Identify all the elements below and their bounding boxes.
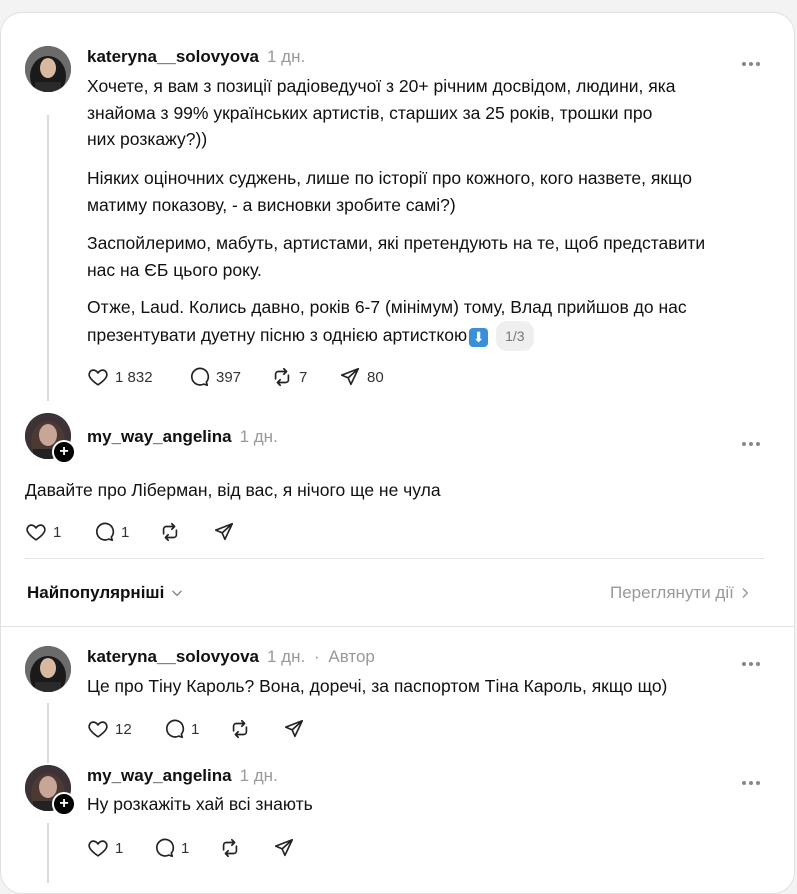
post-more-icon[interactable] xyxy=(742,53,764,66)
reply1-time[interactable]: 1 дн. xyxy=(240,427,278,446)
reply3-username[interactable]: my_way_angelina xyxy=(87,766,232,785)
post-author[interactable]: kateryna__solovyova 1 дн. xyxy=(87,47,305,67)
sort-label: Найпопулярніші xyxy=(27,583,165,602)
thread-card: kateryna__solovyova 1 дн. Хочете, я вам з… xyxy=(0,12,795,894)
comment-button[interactable]: 397 xyxy=(188,365,241,389)
heart-icon xyxy=(26,524,46,541)
heart-icon xyxy=(88,721,108,738)
share-icon xyxy=(340,367,360,386)
reply3-repost-button[interactable] xyxy=(219,836,247,860)
post-line: них розкажу?)) xyxy=(87,129,208,149)
post-line: Отже, Laud. Колись давно, років 6-7 (мін… xyxy=(87,297,687,317)
like-button[interactable]: 1 832 xyxy=(87,365,153,389)
reply2-like-button[interactable]: 12 xyxy=(87,717,132,741)
post-username[interactable]: kateryna__solovyova xyxy=(87,47,259,66)
repost-icon xyxy=(274,367,290,387)
comment-icon xyxy=(156,838,175,858)
repost-icon xyxy=(222,838,238,858)
thread-line xyxy=(47,115,49,401)
reply1-username[interactable]: my_way_angelina xyxy=(87,427,232,446)
share-icon xyxy=(214,522,234,541)
view-activity-label: Переглянути дії xyxy=(610,583,734,602)
comment-count: 1 xyxy=(121,523,130,541)
repost-icon xyxy=(232,719,248,739)
heart-icon xyxy=(88,840,108,857)
reply2-share-button[interactable] xyxy=(283,717,311,741)
chevron-down-icon xyxy=(172,590,183,597)
reply3-text: Ну розкажіть хай всі знають xyxy=(87,794,313,814)
sort-dropdown[interactable]: Найпопулярніші xyxy=(27,583,184,603)
post-line: Хочете, я вам з позиції радіоведучої з 2… xyxy=(87,76,676,96)
like-count: 1 xyxy=(115,839,124,857)
repost-count: 7 xyxy=(299,368,308,386)
reply1-repost-button[interactable] xyxy=(159,520,187,544)
post-paragraph-2: Ніяких оціночних суджень, лише по історі… xyxy=(87,165,692,218)
repost-button[interactable]: 7 xyxy=(271,365,307,389)
heart-icon xyxy=(88,369,108,386)
post-line: матиму показову, - а висновки зробите са… xyxy=(87,194,456,215)
reply1-author[interactable]: my_way_angelina 1 дн. xyxy=(87,427,278,447)
reply2-comment-button[interactable]: 1 xyxy=(163,717,199,741)
share-icon xyxy=(274,838,294,857)
view-activity-link[interactable]: Переглянути дії xyxy=(610,583,752,603)
post-line: нас на ЄБ цього року. xyxy=(87,259,262,280)
reply3-comment-button[interactable]: 1 xyxy=(153,836,189,860)
reply2-repost-button[interactable] xyxy=(229,717,257,741)
comment-count: 1 xyxy=(191,720,200,738)
comment-icon xyxy=(166,719,185,739)
separator-dot: · xyxy=(313,647,320,666)
avatar-kateryna[interactable] xyxy=(25,646,71,692)
reply1-text: Давайте про Ліберман, від вас, я нічого … xyxy=(25,480,441,500)
like-count: 1 xyxy=(53,523,62,541)
reply1-more-icon[interactable] xyxy=(742,433,764,446)
reply3-more-icon[interactable] xyxy=(742,772,764,785)
comment-icon xyxy=(96,522,115,542)
share-button[interactable]: 80 xyxy=(339,365,384,389)
reply3-time[interactable]: 1 дн. xyxy=(240,766,278,785)
reply2-author[interactable]: kateryna__solovyova 1 дн. · Автор xyxy=(87,647,375,667)
follow-plus-icon[interactable]: + xyxy=(52,792,76,816)
share-count: 80 xyxy=(367,368,384,386)
reply3-like-button[interactable]: 1 xyxy=(87,836,123,860)
reply3-author[interactable]: my_way_angelina 1 дн. xyxy=(87,766,278,786)
like-count: 12 xyxy=(115,720,132,738)
post-paragraph-3: Заспойлеримо, мабуть, артистами, які пре… xyxy=(87,230,705,283)
reply2-text: Це про Тіну Кароль? Вона, доречі, за пас… xyxy=(87,676,668,696)
like-count: 1 832 xyxy=(115,368,153,386)
post-paragraph-1: Хочете, я вам з позиції радіоведучої з 2… xyxy=(87,73,675,153)
post-line: Заспойлеримо, мабуть, артистами, які пре… xyxy=(87,233,706,253)
share-icon xyxy=(284,719,304,738)
post-line: Ніяких оціночних суджень, лише по історі… xyxy=(87,168,692,188)
comment-count: 1 xyxy=(181,839,190,857)
follow-plus-icon[interactable]: + xyxy=(52,440,76,464)
thread-line xyxy=(47,823,49,883)
comment-count: 397 xyxy=(216,368,242,386)
reply1-like-button[interactable]: 1 xyxy=(25,520,61,544)
comment-icon xyxy=(191,367,210,387)
avatar-kateryna[interactable] xyxy=(25,46,71,92)
reply1-comment-button[interactable]: 1 xyxy=(93,520,129,544)
post-line: знайома з 99% українських артистів, стар… xyxy=(87,102,653,123)
post-line-with-pager: презентувати дуетну пісню з однією артис… xyxy=(87,320,687,351)
reply2-more-icon[interactable] xyxy=(742,653,764,666)
divider xyxy=(1,626,794,627)
thread-line xyxy=(47,703,49,763)
post-time[interactable]: 1 дн. xyxy=(267,47,305,66)
chevron-right-icon xyxy=(742,588,748,598)
reply2-time[interactable]: 1 дн. xyxy=(267,647,305,666)
reply3-share-button[interactable] xyxy=(273,836,301,860)
post-line: презентувати дуетну пісню з однією артис… xyxy=(87,324,468,345)
reply2-username[interactable]: kateryna__solovyova xyxy=(87,647,259,666)
arrow-down-emoji-icon: ⬇ xyxy=(469,328,489,348)
post-paragraph-4: Отже, Laud. Колись давно, років 6-7 (мін… xyxy=(87,294,687,351)
author-tag: Автор xyxy=(328,647,375,666)
repost-icon xyxy=(162,522,178,542)
post-pager: 1/3 xyxy=(496,320,534,351)
reply1-share-button[interactable] xyxy=(213,520,241,544)
divider xyxy=(25,558,764,559)
